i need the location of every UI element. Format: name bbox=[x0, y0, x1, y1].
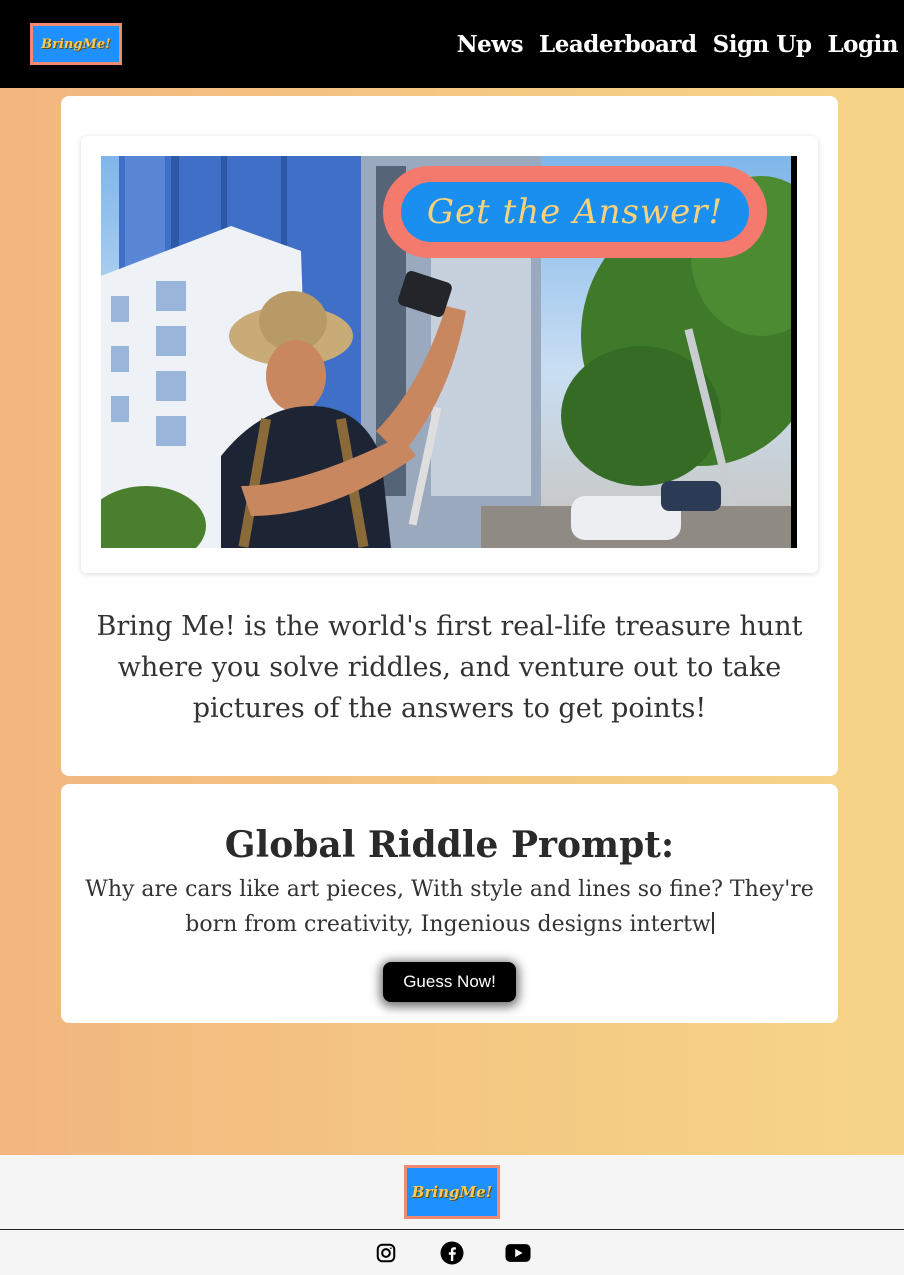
footer-logo[interactable]: BringMe! bbox=[404, 1165, 500, 1219]
nav-link-leaderboard[interactable]: Leaderboard bbox=[539, 31, 697, 58]
facebook-icon[interactable] bbox=[439, 1240, 465, 1266]
riddle-text-wrapper: Why are cars like art pieces, With style… bbox=[80, 872, 820, 942]
top-navbar: BringMe! News Leaderboard Sign Up Login bbox=[0, 0, 904, 88]
get-answer-badge: Get the Answer! bbox=[383, 166, 767, 258]
hero-card: Get the Answer! Bring Me! is the world's… bbox=[61, 96, 838, 776]
photo-edge bbox=[791, 156, 797, 548]
typing-cursor bbox=[711, 912, 714, 934]
guess-now-button[interactable]: Guess Now! bbox=[383, 962, 516, 1002]
hero-photo-frame: Get the Answer! bbox=[81, 136, 818, 573]
instagram-icon[interactable] bbox=[373, 1240, 399, 1266]
brand-logo[interactable]: BringMe! bbox=[30, 23, 122, 65]
nav-link-login[interactable]: Login bbox=[827, 31, 898, 58]
riddle-card: Global Riddle Prompt: Why are cars like … bbox=[61, 784, 838, 1023]
footer-social-links bbox=[0, 1231, 904, 1275]
footer-logo-bar: BringMe! bbox=[0, 1155, 904, 1230]
youtube-icon[interactable] bbox=[505, 1240, 531, 1266]
brand-logo-text: BringMe! bbox=[41, 36, 111, 52]
nav-link-news[interactable]: News bbox=[457, 31, 524, 58]
riddle-text: Why are cars like art pieces, With style… bbox=[85, 877, 814, 937]
hero-photo: Get the Answer! bbox=[101, 156, 797, 548]
footer-logo-text: BringMe! bbox=[411, 1183, 493, 1201]
nav-links: News Leaderboard Sign Up Login bbox=[457, 31, 899, 58]
nav-link-signup[interactable]: Sign Up bbox=[713, 31, 812, 58]
get-answer-badge-text: Get the Answer! bbox=[401, 182, 749, 242]
hero-description: Bring Me! is the world's first real-life… bbox=[96, 611, 803, 724]
riddle-title: Global Riddle Prompt: bbox=[224, 824, 675, 866]
main-content: Get the Answer! Bring Me! is the world's… bbox=[0, 88, 904, 1155]
